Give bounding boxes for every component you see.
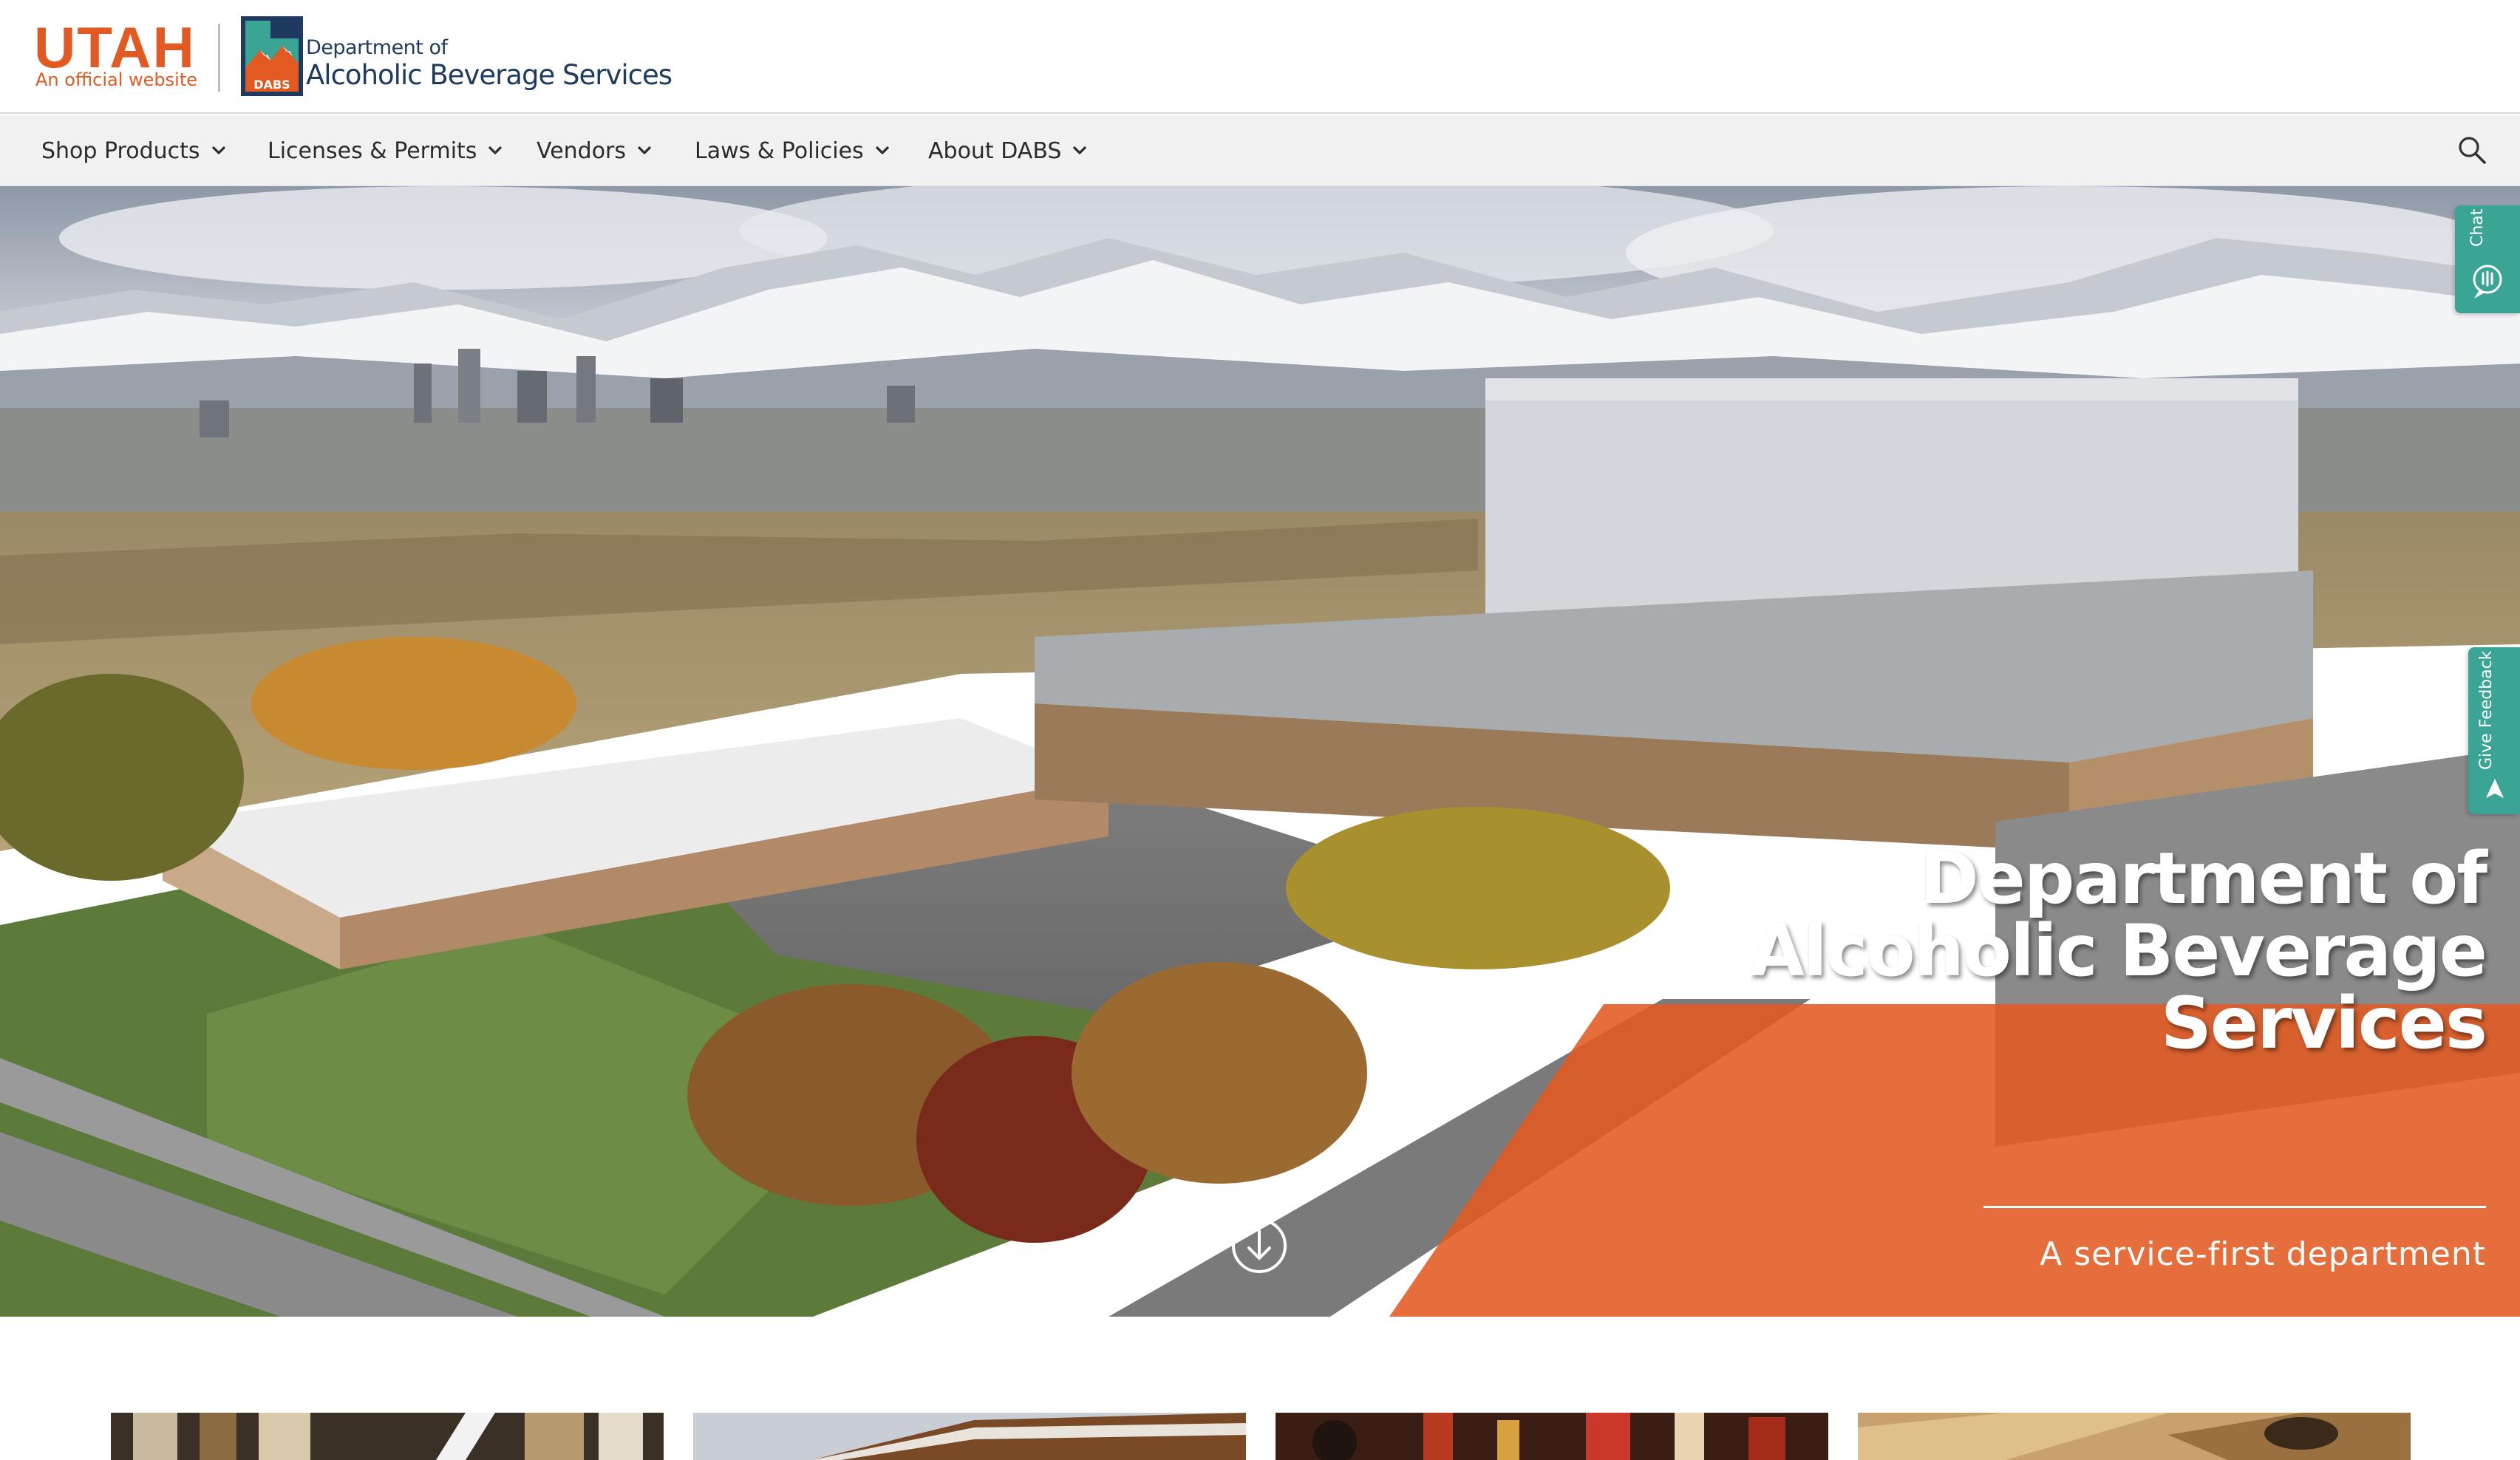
nav-laws-policies[interactable]: Laws & Policies	[695, 134, 890, 167]
utah-wordmark: UTAH	[34, 15, 196, 80]
dabs-logo-text[interactable]: Department of Alcoholic Beverage Service…	[306, 37, 672, 92]
card-licenses-image[interactable]	[693, 1413, 1246, 1460]
dabs-name-label: Alcoholic Beverage Services	[306, 59, 672, 91]
chevron-down-icon	[638, 146, 651, 154]
nav-shop-products[interactable]: Shop Products	[41, 134, 227, 167]
nav-label: About DABS	[928, 137, 1062, 164]
megaphone-icon	[2486, 779, 2504, 798]
dabs-logo-icon[interactable]: DABS	[241, 16, 303, 96]
nav-licenses-permits[interactable]: Licenses & Permits	[268, 134, 503, 167]
main-nav: Shop Products Licenses & Permits Vendors…	[0, 115, 2520, 186]
nav-label: Shop Products	[41, 137, 200, 164]
dabs-dept-label: Department of	[306, 36, 448, 59]
nav-label: Vendors	[537, 137, 627, 164]
utah-official-logo[interactable]: UTAH An official website	[34, 18, 204, 95]
site-header: UTAH An official website DABS Department…	[0, 0, 2520, 114]
feedback-label: Give Feedback	[2477, 650, 2496, 770]
give-feedback-tab[interactable]: Give Feedback	[2468, 647, 2520, 814]
hero-title: Department of Alcoholic Beverage Service…	[1749, 837, 2487, 1065]
card-vendors-image[interactable]	[1276, 1413, 1828, 1460]
card-laws-image[interactable]	[1858, 1413, 2411, 1460]
card-shop-products-image[interactable]	[111, 1413, 664, 1460]
nav-about-dabs[interactable]: About DABS	[928, 134, 1088, 167]
chat-label: Chat	[2468, 208, 2487, 247]
nav-label: Laws & Policies	[695, 137, 864, 164]
official-website-link[interactable]: An official website	[35, 69, 197, 90]
feature-cards	[0, 1318, 2520, 1460]
chat-tab[interactable]: Chat	[2455, 205, 2520, 313]
dabs-badge-text: DABS	[253, 78, 290, 92]
hero-section	[0, 186, 2520, 1317]
arrow-down-circle-icon[interactable]	[1230, 1216, 1289, 1275]
chevron-down-icon	[211, 146, 225, 154]
hero-divider	[1983, 1206, 2486, 1208]
nav-label: Licenses & Permits	[268, 137, 477, 164]
nav-vendors[interactable]: Vendors	[537, 134, 653, 167]
chevron-down-icon	[876, 146, 889, 154]
header-divider	[218, 24, 220, 92]
search-icon[interactable]	[2455, 133, 2489, 167]
chevron-down-icon	[1073, 146, 1087, 154]
chat-bubble-icon	[2473, 265, 2502, 299]
chevron-down-icon	[488, 146, 503, 154]
hero-tagline: A service-first department	[2040, 1235, 2486, 1273]
